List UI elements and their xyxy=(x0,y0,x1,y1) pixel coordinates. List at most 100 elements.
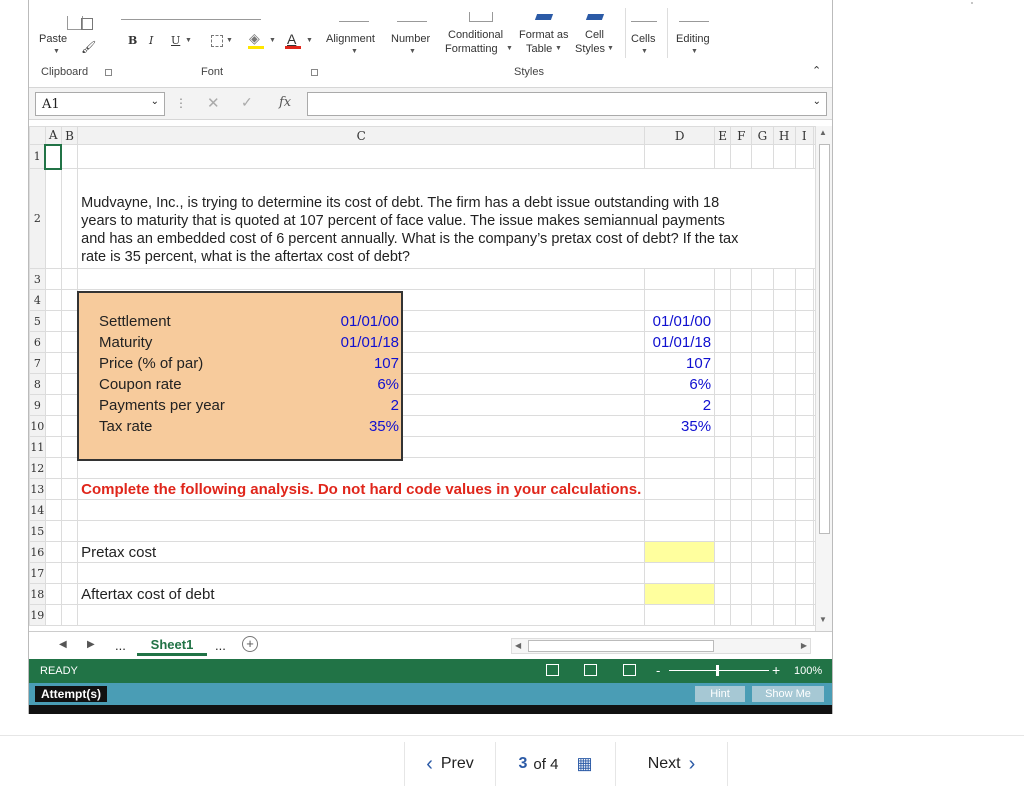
cell[interactable] xyxy=(644,436,716,458)
cell[interactable] xyxy=(730,520,753,542)
page-break-view-icon[interactable] xyxy=(623,664,636,676)
cell-styles-dropdown-icon[interactable]: ▼ xyxy=(607,45,614,52)
cell[interactable] xyxy=(730,583,753,605)
cell[interactable] xyxy=(44,394,62,416)
cell[interactable] xyxy=(730,268,753,290)
row-header[interactable]: 7 xyxy=(29,352,46,374)
cell[interactable] xyxy=(714,478,732,500)
cell[interactable] xyxy=(714,520,732,542)
cell[interactable] xyxy=(751,289,774,311)
cell[interactable] xyxy=(644,144,716,169)
editing-icon[interactable] xyxy=(679,10,709,22)
cell[interactable] xyxy=(714,394,732,416)
cell[interactable] xyxy=(751,144,774,169)
cell[interactable] xyxy=(751,331,774,353)
cell[interactable] xyxy=(77,520,646,542)
cell-a1-selected[interactable] xyxy=(44,143,63,170)
cell[interactable] xyxy=(44,457,62,479)
input-value[interactable]: 01/01/18 xyxy=(341,332,399,353)
row-header[interactable]: 18 xyxy=(29,583,46,605)
row-header[interactable]: 8 xyxy=(29,373,46,395)
borders-dropdown-icon[interactable]: ▼ xyxy=(226,37,233,44)
cell[interactable] xyxy=(44,604,62,626)
cell[interactable] xyxy=(60,478,79,500)
cell[interactable] xyxy=(44,562,62,584)
cell[interactable] xyxy=(794,541,814,563)
cell[interactable] xyxy=(730,352,753,374)
cell[interactable] xyxy=(772,144,796,169)
cell[interactable] xyxy=(60,415,79,437)
column-header-h[interactable]: H xyxy=(772,126,796,145)
page-indicator[interactable]: 3 of 4 ▦ xyxy=(496,742,616,786)
cell[interactable] xyxy=(751,562,774,584)
formula-input[interactable]: ⌄ xyxy=(307,92,827,116)
scroll-thumb[interactable] xyxy=(819,144,830,534)
cell[interactable] xyxy=(644,520,716,542)
cell[interactable] xyxy=(751,415,774,437)
cell[interactable] xyxy=(751,541,774,563)
bold-button[interactable]: B xyxy=(128,34,137,47)
cell-styles-label-2[interactable]: Styles xyxy=(575,43,605,55)
copy-icon[interactable] xyxy=(81,18,93,30)
cell[interactable] xyxy=(730,604,753,626)
row-header[interactable]: 3 xyxy=(29,268,46,290)
alignment-button[interactable]: Alignment xyxy=(326,33,375,45)
cell[interactable] xyxy=(44,583,62,605)
row-header[interactable]: 10 xyxy=(29,415,46,437)
fill-color-dropdown-icon[interactable]: ▼ xyxy=(269,37,276,44)
font-name-box[interactable] xyxy=(121,8,261,20)
cell[interactable] xyxy=(730,499,753,521)
cell[interactable] xyxy=(730,436,753,458)
paste-button[interactable]: Paste xyxy=(39,33,67,45)
paste-dropdown-icon[interactable]: ▼ xyxy=(53,48,60,55)
column-header-b[interactable]: B xyxy=(60,126,79,145)
number-button[interactable]: Number xyxy=(391,33,430,45)
cell[interactable] xyxy=(772,310,796,332)
cell[interactable] xyxy=(714,499,732,521)
cell[interactable] xyxy=(60,562,79,584)
cell[interactable] xyxy=(60,436,79,458)
cell[interactable] xyxy=(772,415,796,437)
more-options-icon[interactable]: ⋮ xyxy=(175,96,187,110)
row-header[interactable]: 19 xyxy=(29,604,46,626)
cell[interactable] xyxy=(60,144,79,169)
cell[interactable] xyxy=(714,331,732,353)
tab-ellipsis-left[interactable]: ... xyxy=(115,638,126,653)
cell[interactable] xyxy=(772,352,796,374)
font-launcher-icon[interactable] xyxy=(311,69,318,76)
input-value[interactable]: 35% xyxy=(369,416,399,437)
cell[interactable] xyxy=(794,583,814,605)
scroll-left-icon[interactable]: ◀ xyxy=(515,641,521,650)
column-header-g[interactable]: G xyxy=(751,126,774,145)
cell[interactable] xyxy=(60,583,79,605)
cell[interactable] xyxy=(714,373,732,395)
cell[interactable] xyxy=(644,562,716,584)
cell[interactable] xyxy=(60,168,79,269)
row-header[interactable]: 9 xyxy=(29,394,46,416)
cell[interactable] xyxy=(751,310,774,332)
cell[interactable] xyxy=(77,562,646,584)
horizontal-scrollbar[interactable]: ◀ ▶ xyxy=(511,638,811,654)
cell[interactable] xyxy=(44,331,62,353)
collapse-ribbon-icon[interactable]: ⌃ xyxy=(812,64,821,77)
zoom-slider-handle[interactable] xyxy=(716,665,719,676)
fill-color-icon[interactable]: ◈ xyxy=(249,30,260,47)
italic-button[interactable]: I xyxy=(149,34,153,47)
row-header[interactable]: 17 xyxy=(29,562,46,584)
cell[interactable] xyxy=(730,394,753,416)
tab-ellipsis-right[interactable]: ... xyxy=(215,638,226,653)
scroll-right-icon[interactable]: ▶ xyxy=(801,641,807,650)
cell[interactable] xyxy=(751,268,774,290)
cell[interactable] xyxy=(44,499,62,521)
cell[interactable] xyxy=(60,394,79,416)
zoom-in-button[interactable]: + xyxy=(772,662,780,678)
format-painter-icon[interactable]: 🖌 xyxy=(81,40,96,54)
cell[interactable] xyxy=(714,457,732,479)
cell[interactable] xyxy=(794,562,814,584)
row-header[interactable]: 11 xyxy=(29,436,46,458)
cell[interactable] xyxy=(644,604,716,626)
cell[interactable] xyxy=(772,541,796,563)
row-header[interactable]: 14 xyxy=(29,499,46,521)
cell[interactable] xyxy=(714,268,732,290)
cell[interactable] xyxy=(714,583,732,605)
